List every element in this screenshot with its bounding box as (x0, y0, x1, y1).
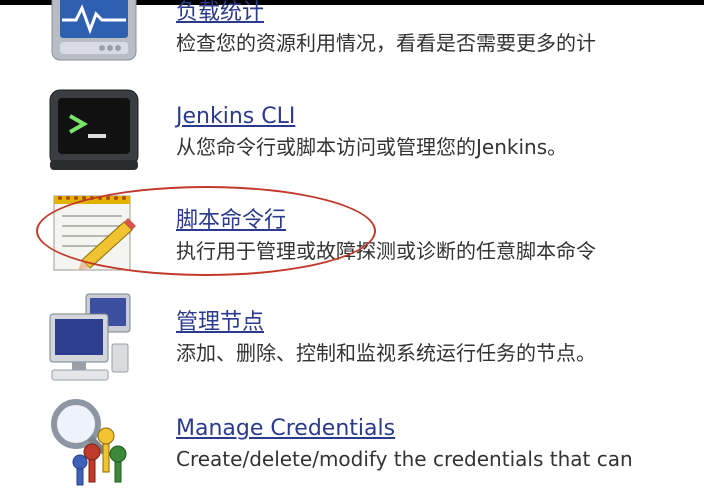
manage-credentials-link[interactable]: Manage Credentials (176, 416, 395, 442)
jenkins-cli-link[interactable]: Jenkins CLI (176, 104, 295, 130)
manage-item-script-console: 脚本命令行 执行用于管理或故障探测或诊断的任意脚本命令 (0, 186, 704, 280)
manage-item-load-statistics: 负载统计 检查您的资源利用情况，看看是否需要更多的计 (0, 0, 704, 80)
manage-item-manage-nodes: 管理节点 添加、删除、控制和监视系统运行任务的节点。 (0, 288, 704, 384)
jenkins-cli-description: 从您命令行或脚本访问或管理您的Jenkins。 (176, 135, 568, 159)
notepad-pencil-icon[interactable] (46, 190, 142, 271)
manage-nodes-link[interactable]: 管理节点 (176, 310, 264, 336)
computers-network-icon[interactable] (46, 292, 142, 381)
manage-item-manage-credentials: Manage Credentials Create/delete/modify … (0, 394, 704, 488)
manage-item-jenkins-cli: Jenkins CLI 从您命令行或脚本访问或管理您的Jenkins。 (0, 88, 704, 176)
load-statistics-link[interactable]: 负载统计 (176, 0, 264, 26)
terminal-icon[interactable] (46, 88, 142, 170)
script-console-link[interactable]: 脚本命令行 (176, 208, 286, 234)
script-console-description: 执行用于管理或故障探测或诊断的任意脚本命令 (176, 239, 596, 263)
manage-nodes-description: 添加、删除、控制和监视系统运行任务的节点。 (176, 341, 596, 365)
load-statistics-monitor-icon[interactable] (46, 0, 142, 70)
manage-credentials-description: Create/delete/modify the credentials tha… (176, 447, 633, 471)
load-statistics-description: 检查您的资源利用情况，看看是否需要更多的计 (176, 31, 596, 55)
keys-magnifier-icon[interactable] (46, 394, 142, 486)
